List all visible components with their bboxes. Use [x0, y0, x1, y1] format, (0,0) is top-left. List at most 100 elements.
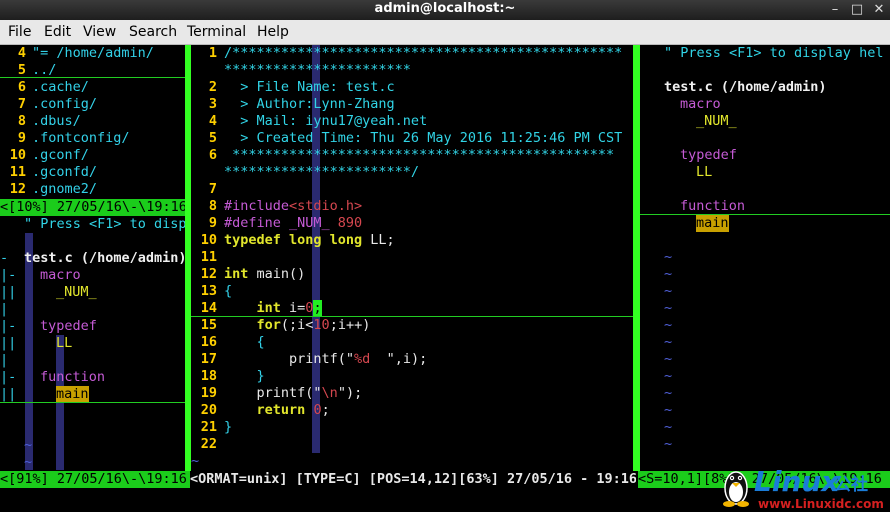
explorer-entry[interactable]: .fontconfig/ — [32, 130, 130, 147]
code-text[interactable]: #include<stdio.h> — [224, 198, 362, 215]
indent-guide — [25, 233, 33, 470]
split-separator-right[interactable] — [633, 45, 640, 471]
code-text[interactable]: int main() — [224, 266, 305, 283]
taglist-item[interactable]: LL — [56, 335, 72, 352]
menu-edit[interactable]: Edit — [44, 24, 71, 40]
taglist-item[interactable]: LL — [696, 164, 712, 181]
cursorline-divider — [640, 214, 890, 215]
code-text[interactable]: > File Name: test.c — [224, 79, 394, 96]
taglist-item[interactable]: _NUM_ — [696, 113, 737, 130]
line-number: 4 — [17, 45, 26, 61]
code-text[interactable]: { — [224, 283, 232, 300]
code-text[interactable]: return 0; — [224, 402, 330, 419]
taglist-item[interactable]: typedef — [680, 147, 737, 164]
window-titlebar: admin@localhost:~ – □ ✕ — [0, 0, 890, 20]
code-text[interactable]: *********************** — [224, 62, 411, 79]
file-explorer-pane[interactable]: 4 "= /home/admin/5 ../6 .cache/7 .config/8 .d… — [0, 45, 185, 199]
code-text[interactable]: > Author:Lynn-Zhang — [224, 96, 394, 113]
explorer-entry[interactable]: .dbus/ — [32, 113, 81, 130]
code-line[interactable]: 6 **************************************… — [191, 147, 633, 164]
explorer-entry[interactable]: "= /home/admin/ — [32, 45, 154, 62]
code-text[interactable]: typedef long long LL; — [224, 232, 395, 249]
taglist-item[interactable]: macro — [680, 96, 721, 113]
explorer-row[interactable]: 12 .gnome2/ — [0, 181, 185, 198]
taglist-item[interactable]: function — [40, 369, 105, 386]
code-line[interactable]: 10 typedef long long LL; — [191, 232, 633, 249]
line-number: 21 — [200, 419, 217, 435]
empty-line-tilde: ~ — [664, 402, 673, 418]
code-line[interactable]: 20 return 0; — [191, 402, 633, 419]
taglist-left-pane[interactable]: " Press <F1> to disp - test.c (/home/admin… — [0, 216, 185, 470]
code-line[interactable]: 11 — [191, 249, 633, 266]
explorer-row[interactable]: 7 .config/ — [0, 96, 185, 113]
code-text[interactable]: } — [224, 419, 232, 436]
code-line[interactable]: 17 printf("%d ",i); — [191, 351, 633, 368]
explorer-entry[interactable]: .cache/ — [32, 79, 89, 96]
explorer-entry[interactable]: .gnome2/ — [32, 181, 97, 198]
code-line[interactable]: 1 /**************************************… — [191, 45, 633, 62]
explorer-row[interactable]: 10 .gconf/ — [0, 147, 185, 164]
code-text[interactable]: /***************************************… — [224, 45, 622, 62]
taglist-file-header[interactable]: test.c (/home/admin) — [664, 79, 827, 96]
menu-terminal[interactable]: Terminal — [187, 24, 246, 40]
code-text[interactable]: ***********************/ — [224, 164, 419, 181]
taglist-item[interactable]: macro — [40, 267, 81, 284]
code-text[interactable]: } — [224, 368, 265, 385]
code-text[interactable]: for(;i<10;i++) — [224, 317, 371, 334]
taglist-file-header[interactable]: test.c (/home/admin) — [24, 250, 185, 267]
taglist-item[interactable]: _NUM_ — [56, 284, 97, 301]
code-text[interactable]: > Created Time: Thu 26 May 2016 11:25:46… — [224, 130, 622, 147]
explorer-row[interactable]: 8 .dbus/ — [0, 113, 185, 130]
code-line[interactable]: *********************** — [191, 62, 633, 79]
code-text[interactable]: ****************************************… — [224, 147, 614, 164]
menu-view[interactable]: View — [83, 24, 116, 40]
code-line[interactable]: ***********************/ — [191, 164, 633, 181]
taglist-item[interactable]: main — [56, 386, 89, 403]
code-line[interactable]: 12 int main() — [191, 266, 633, 283]
code-line[interactable]: 15 for(;i<10;i++) — [191, 317, 633, 334]
taglist-item[interactable]: typedef — [40, 318, 97, 335]
menu-help[interactable]: Help — [257, 24, 289, 40]
cursorline-divider — [191, 316, 633, 317]
code-line[interactable]: 5 > Created Time: Thu 26 May 2016 11:25:… — [191, 130, 633, 147]
maximize-button[interactable]: □ — [846, 0, 868, 20]
code-text[interactable]: printf("%d ",i); — [224, 351, 427, 368]
code-line[interactable]: 7 — [191, 181, 633, 198]
code-text[interactable]: printf("\n"); — [224, 385, 363, 402]
code-line[interactable]: 16 { — [191, 334, 633, 351]
code-line[interactable]: 21} — [191, 419, 633, 436]
explorer-entry[interactable]: .config/ — [32, 96, 97, 113]
code-line[interactable]: 19 printf("\n"); — [191, 385, 633, 402]
code-line[interactable]: 18 } — [191, 368, 633, 385]
explorer-row[interactable]: 6 .cache/ — [0, 79, 185, 96]
explorer-row[interactable]: 9 .fontconfig/ — [0, 130, 185, 147]
taglist-right-pane[interactable]: " Press <F1> to display hel test.c (/home… — [640, 45, 890, 470]
code-line[interactable]: 13 { — [191, 283, 633, 300]
menu-search[interactable]: Search — [129, 24, 177, 40]
watermark-url: www.Linuxidc.com — [758, 497, 884, 511]
explorer-row[interactable]: 4 "= /home/admin/ — [0, 45, 185, 62]
empty-line-tilde: ~ — [664, 334, 673, 350]
code-line[interactable]: 8 #include<stdio.h> — [191, 198, 633, 215]
taglist-item[interactable]: function — [680, 198, 745, 215]
menu-file[interactable]: File — [8, 24, 31, 40]
code-text[interactable]: #define _NUM_ 890 — [224, 215, 362, 232]
close-button[interactable]: ✕ — [868, 0, 890, 20]
code-line[interactable]: 4 > Mail: iynu17@yeah.net — [191, 113, 633, 130]
code-line[interactable]: 3 > Author:Lynn-Zhang — [191, 96, 633, 113]
explorer-entry[interactable]: .gconf/ — [32, 147, 89, 164]
code-line[interactable]: 2 > File Name: test.c — [191, 79, 633, 96]
code-text[interactable]: > Mail: iynu17@yeah.net — [224, 113, 427, 130]
explorer-row[interactable]: 11 .gconfd/ — [0, 164, 185, 181]
empty-line-tilde: ~ — [664, 419, 673, 435]
code-line[interactable]: 9 #define _NUM_ 890 — [191, 215, 633, 232]
code-text[interactable]: { — [224, 334, 265, 351]
taglist-item[interactable]: main — [696, 215, 729, 232]
explorer-entry[interactable]: .gconfd/ — [32, 164, 97, 181]
code-text[interactable]: int i=0; — [224, 300, 322, 317]
minimize-button[interactable]: – — [824, 0, 846, 20]
code-line[interactable]: 22 — [191, 436, 633, 453]
code-line[interactable]: 14 int i=0; — [191, 300, 633, 317]
editor-pane[interactable]: 1 /**************************************… — [191, 45, 633, 470]
terminal-area[interactable]: 4 "= /home/admin/5 ../6 .cache/7 .config/8 .d… — [0, 45, 890, 512]
